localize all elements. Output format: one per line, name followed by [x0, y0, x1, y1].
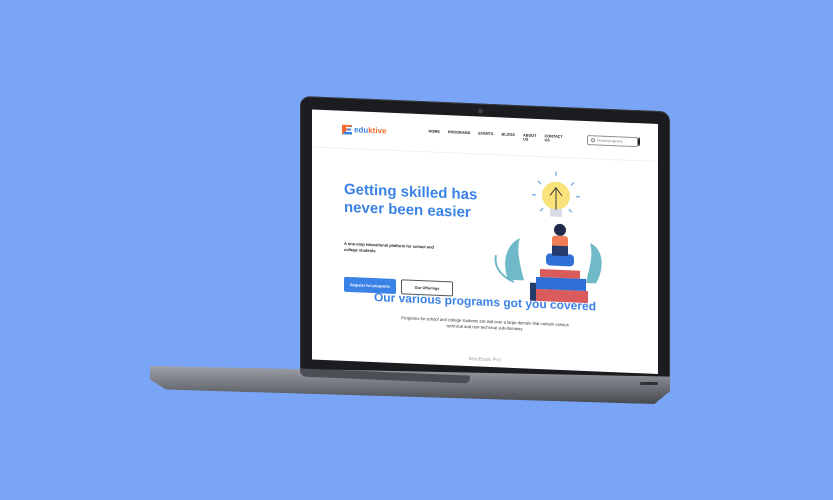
brand-prefix: edu: [354, 125, 369, 135]
laptop: eduktive HOME PROGRAMS EVENTS BLOGS ABOU…: [300, 96, 672, 394]
eduktive-logo-icon: [342, 124, 352, 134]
laptop-lid: eduktive HOME PROGRAMS EVENTS BLOGS ABOU…: [300, 96, 670, 394]
lightbulb-icon: [532, 171, 580, 217]
hero-title: Getting skilled has never been easier: [344, 180, 478, 222]
nav-events[interactable]: EVENTS: [478, 131, 493, 140]
search-icon: [590, 137, 595, 142]
nav-contact-us[interactable]: CONTACT US: [544, 134, 562, 143]
hero-subtitle: A one-stop educational platform for scho…: [344, 240, 434, 254]
device-label: MacBook Pro: [468, 356, 502, 364]
hero-section: Getting skilled has never been easier A …: [312, 148, 658, 304]
brand-name: eduktive: [354, 125, 386, 135]
brand-suffix: ktive: [368, 125, 387, 136]
brand-logo[interactable]: eduktive: [342, 124, 386, 136]
nav-about-us[interactable]: ABOUT US: [523, 133, 537, 142]
nav-home[interactable]: HOME: [428, 129, 439, 137]
search-input[interactable]: [596, 137, 637, 144]
hero-illustration: [494, 171, 602, 304]
nav-programs[interactable]: PROGRAMS: [448, 130, 470, 139]
laptop-ports: [640, 382, 658, 385]
camera: [478, 108, 483, 114]
nav-blogs[interactable]: BLOGS: [501, 132, 515, 141]
person-reading: [546, 223, 574, 267]
search-box[interactable]: [586, 134, 638, 147]
programs-description: Programs for school and college students…: [401, 315, 569, 332]
user-icon[interactable]: [637, 137, 640, 147]
main-nav: HOME PROGRAMS EVENTS BLOGS ABOUT US CONT…: [428, 129, 562, 143]
laptop-screen: eduktive HOME PROGRAMS EVENTS BLOGS ABOU…: [312, 109, 658, 375]
